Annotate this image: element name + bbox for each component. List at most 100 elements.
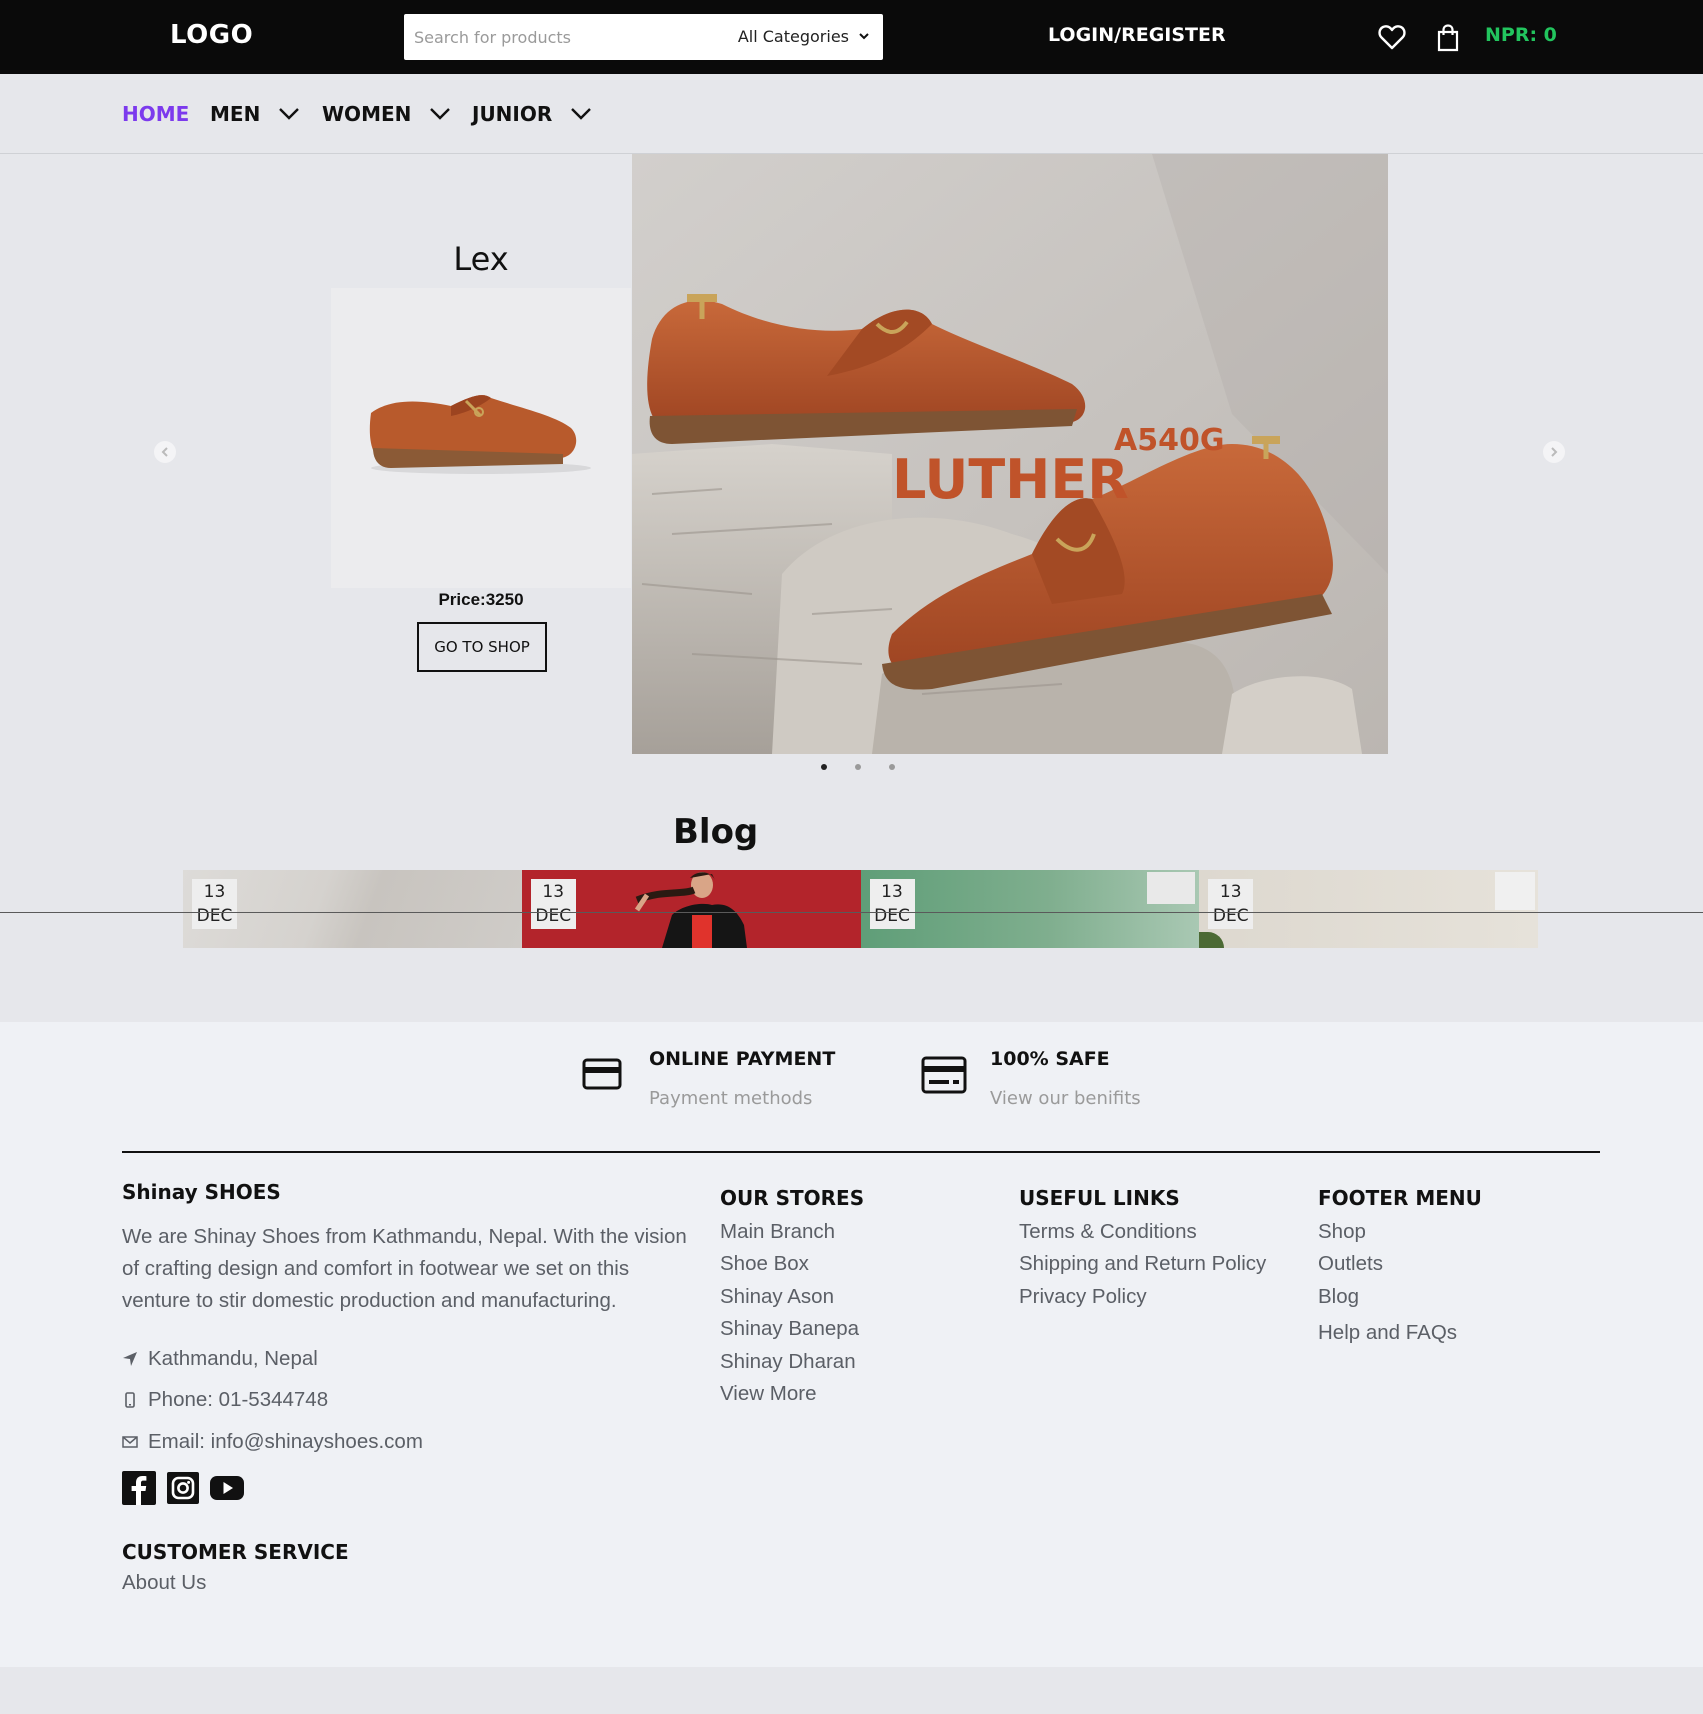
blog-heading: Blog (673, 812, 759, 852)
store-link[interactable]: Shinay Ason (720, 1281, 859, 1313)
footer-menu-link[interactable]: Help and FAQs (1318, 1317, 1457, 1349)
slider-dot[interactable] (855, 764, 861, 770)
blog-card[interactable]: 13 DEC (860, 870, 1200, 948)
footer-menu-heading: FOOTER MENU (1318, 1186, 1482, 1210)
social-links (122, 1471, 244, 1505)
leaf-image (1199, 932, 1225, 948)
search-input[interactable] (404, 14, 704, 60)
nav-item-men[interactable]: MEN (210, 102, 300, 126)
footer-divider (122, 1151, 1600, 1153)
date-day: 13 (203, 882, 226, 902)
brand-tag-image (1495, 872, 1536, 910)
product-image[interactable] (331, 288, 631, 588)
nav-item-home[interactable]: HOME (122, 102, 189, 126)
footer-menu-link[interactable]: Outlets (1318, 1248, 1457, 1280)
footer-brand: Shinay SHOES (122, 1180, 281, 1204)
blog-card[interactable]: 13 DEC (521, 870, 861, 948)
product-name: Lex (453, 240, 509, 278)
location-arrow-icon (123, 1352, 137, 1366)
product-price: Price:3250 (438, 590, 524, 609)
chevron-down-icon (571, 108, 592, 120)
email-text[interactable]: Email: info@shinayshoes.com (148, 1430, 423, 1454)
footer-location: Kathmandu, Nepal (122, 1347, 318, 1371)
date-month: DEC (535, 906, 572, 926)
nav-item-label: JUNIOR (472, 102, 553, 126)
footer-link[interactable]: About Us (122, 1567, 206, 1599)
login-register-link[interactable]: LOGIN/REGISTER (1048, 24, 1226, 46)
loafer-image (369, 395, 591, 474)
site-logo[interactable]: LOGO (170, 20, 253, 50)
feature-title: ONLINE PAYMENT (649, 1048, 836, 1070)
mail-icon (122, 1436, 138, 1448)
store-link[interactable]: Main Branch (720, 1216, 859, 1248)
footer-phone: Phone: 01-5344748 (122, 1388, 328, 1412)
stores-list: Main Branch Shoe Box Shinay Ason Shinay … (720, 1216, 859, 1410)
customer-service-heading: CUSTOMER SERVICE (122, 1540, 349, 1564)
category-select[interactable]: All Categories (738, 27, 869, 46)
location-text: Kathmandu, Nepal (148, 1347, 318, 1370)
useful-link[interactable]: Terms & Conditions (1019, 1216, 1266, 1248)
product-card: Lex Price:3250 GO TO SHOP (331, 154, 631, 754)
date-badge: 13 DEC (530, 879, 576, 929)
footer-menu-link[interactable]: Shop (1318, 1216, 1457, 1248)
useful-links-heading: USEFUL LINKS (1019, 1186, 1180, 1210)
divider (0, 912, 1703, 913)
go-to-shop-button[interactable]: GO TO SHOP (417, 622, 547, 672)
feature-subtitle[interactable]: Payment methods (649, 1088, 812, 1109)
date-badge: 13 DEC (1208, 879, 1254, 929)
slider-dots (821, 764, 895, 770)
slider-dot[interactable] (889, 764, 895, 770)
heart-icon[interactable] (1378, 24, 1406, 50)
credit-card-icon (582, 1058, 622, 1090)
shopping-bag-icon[interactable] (1436, 24, 1460, 52)
store-link[interactable]: Shoe Box (720, 1248, 859, 1280)
blog-card[interactable]: 13 DEC (183, 870, 522, 948)
feature-title: 100% SAFE (990, 1048, 1110, 1070)
category-select-label: All Categories (737, 27, 849, 46)
nav-item-women[interactable]: WOMEN (322, 102, 451, 126)
nav-item-junior[interactable]: JUNIOR (472, 102, 592, 126)
customer-service-list: About Us (122, 1567, 206, 1599)
nav-item-label: WOMEN (322, 102, 412, 126)
hero-model-text: A540G (1114, 423, 1224, 458)
hero-banner[interactable]: A540G LUTHER (632, 154, 1388, 754)
chevron-left-icon (161, 447, 168, 457)
our-stores-heading: OUR STORES (720, 1186, 865, 1210)
date-day: 13 (881, 882, 903, 902)
top-bar: LOGO All Categories LOGIN/REGISTER NPR: … (0, 0, 1703, 74)
nav-item-label: HOME (122, 102, 190, 126)
instagram-icon[interactable] (167, 1471, 199, 1505)
blog-list: 13 DEC 13 DEC 13 DEC 13 DEC (183, 870, 1538, 948)
footer-menu-link[interactable]: Blog (1318, 1281, 1457, 1313)
footer-about-text: We are Shinay Shoes from Kathmandu, Nepa… (122, 1225, 687, 1312)
useful-link[interactable]: Privacy Policy (1019, 1281, 1266, 1313)
hero-shoes-image: A540G LUTHER (632, 154, 1388, 754)
chevron-down-icon (279, 108, 300, 120)
slider-next-button[interactable] (1543, 441, 1565, 463)
cart-total[interactable]: NPR: 0 (1485, 24, 1557, 46)
main-nav: HOME MEN WOMEN JUNIOR (0, 74, 1703, 154)
footer: ONLINE PAYMENT Payment methods 100% SAFE… (0, 1022, 1703, 1667)
card-icon (921, 1056, 967, 1094)
nav-item-label: MEN (210, 102, 261, 126)
chevron-right-icon (1551, 447, 1558, 457)
slider-dot[interactable] (821, 764, 827, 770)
facebook-icon[interactable] (122, 1471, 156, 1505)
date-day: 13 (542, 882, 565, 902)
slider-prev-button[interactable] (154, 441, 176, 463)
search-bar: All Categories (404, 14, 883, 60)
hero-slider: Lex Price:3250 GO TO SHOP A540G LUTHER (154, 154, 1565, 754)
store-link[interactable]: Shinay Dharan (720, 1346, 859, 1378)
feature-subtitle[interactable]: View our benifits (990, 1088, 1141, 1109)
youtube-icon[interactable] (210, 1471, 244, 1505)
date-badge: 13 DEC (192, 879, 237, 929)
store-link[interactable]: Shinay Banepa (720, 1313, 859, 1345)
useful-link[interactable]: Shipping and Return Policy (1019, 1248, 1266, 1280)
footer-email: Email: info@shinayshoes.com (122, 1430, 423, 1454)
blog-card[interactable]: 13 DEC (1199, 870, 1538, 948)
store-link[interactable]: View More (720, 1378, 859, 1410)
phone-text[interactable]: Phone: 01-5344748 (148, 1388, 328, 1412)
date-month: DEC (874, 906, 910, 926)
hero-brand-text: LUTHER (892, 448, 1129, 511)
useful-links-list: Terms & Conditions Shipping and Return P… (1019, 1216, 1266, 1313)
